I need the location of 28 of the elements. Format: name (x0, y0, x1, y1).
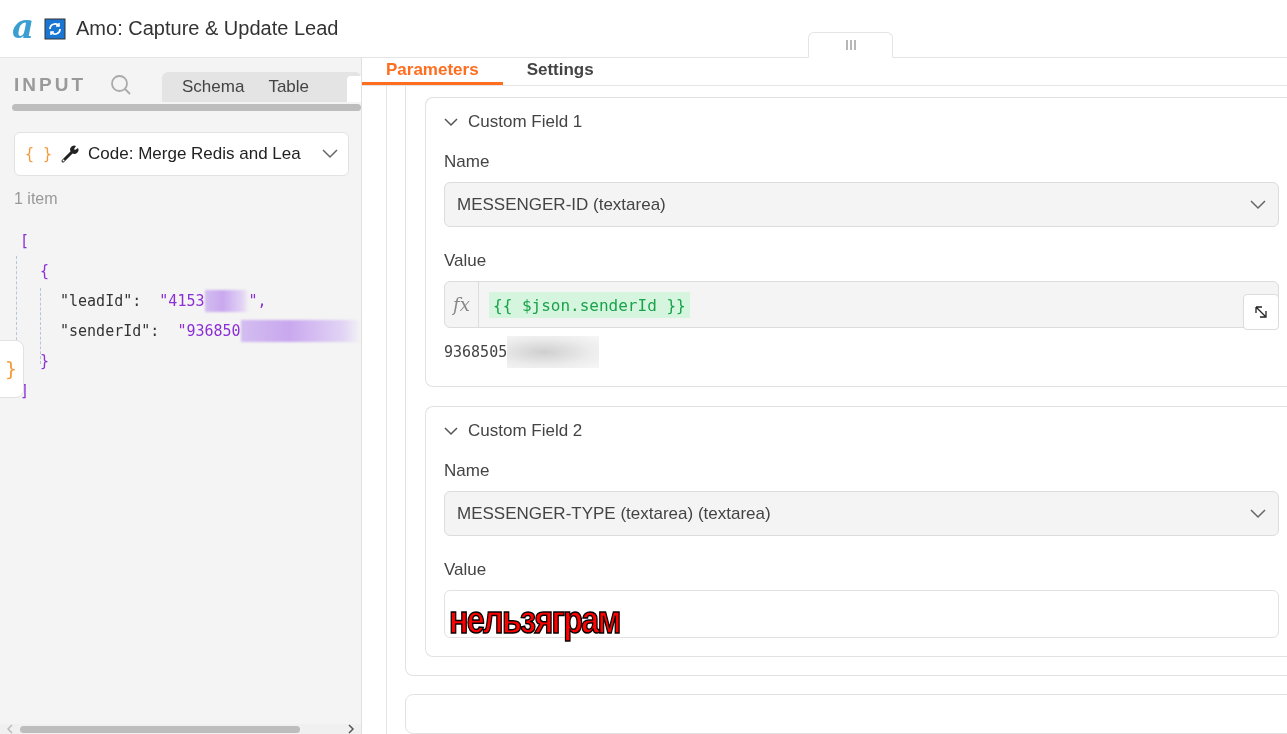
json-bracket: { (40, 262, 50, 280)
json-key: "senderId": (60, 322, 160, 340)
field-label: Value (444, 251, 488, 271)
json-bracket: } (40, 352, 50, 370)
field-label: Name (444, 461, 491, 481)
value-preview: 9368505 (444, 343, 508, 361)
field-label: Name (444, 152, 491, 172)
item-count: 1 item (14, 190, 59, 208)
field-title: Custom Field 2 (468, 421, 583, 441)
source-select[interactable]: { } Code: Merge Redis and Lea (14, 132, 349, 176)
name-select[interactable]: MESSENGER-TYPE (textarea) (textarea) (444, 491, 1279, 536)
field-title: Custom Field 1 (468, 112, 583, 132)
window-title: Amo: Capture & Update Lead (76, 17, 339, 40)
view-tab[interactable]: Table (256, 72, 321, 102)
name-select[interactable]: MESSENGER-ID (textarea) (444, 182, 1279, 227)
expression-text: {{ $json.senderId }} (489, 292, 690, 318)
panel-tab[interactable]: Settings (502, 58, 618, 85)
fx-label: fx (445, 282, 479, 327)
json-punctuation: ", (248, 292, 267, 310)
json-value: "4153 (159, 292, 205, 310)
view-tab[interactable]: Schema (170, 72, 257, 102)
code-node-icon: { } (25, 145, 53, 163)
json-key: "leadId": (60, 292, 142, 310)
json-value: "936850 (177, 322, 241, 340)
input-label: INPUT (14, 74, 87, 96)
json-bracket: [ (20, 232, 30, 250)
field-label: Value (444, 560, 488, 580)
app-logo: a (12, 8, 35, 43)
